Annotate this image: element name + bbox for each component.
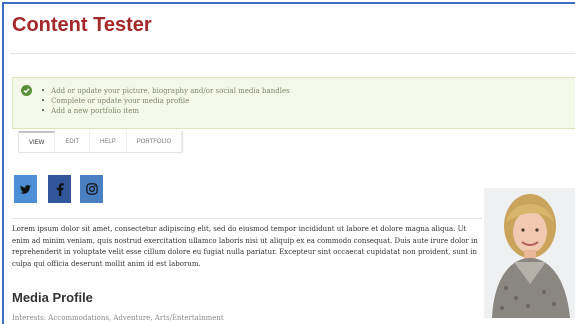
divider: [12, 218, 482, 219]
notice-item: Add or update your picture, biography an…: [41, 86, 290, 96]
bio-text: Lorem ipsum dolor sit amet, consectetur …: [12, 225, 478, 268]
instagram-icon: [85, 183, 98, 195]
tab-view[interactable]: VIEW: [19, 131, 56, 152]
tab-help[interactable]: HELP: [90, 131, 127, 152]
interests-text: Interests: Accommodations, Adventure, Ar…: [12, 314, 224, 322]
facebook-link[interactable]: [48, 175, 71, 203]
notice-item: Complete or update your media profile: [41, 96, 290, 106]
instagram-link[interactable]: [80, 175, 103, 203]
twitter-icon: [20, 184, 31, 194]
divider: [10, 53, 575, 54]
notice-item: Add a new portfolio item: [41, 106, 290, 116]
tab-portfolio[interactable]: PORTFOLIO: [127, 131, 183, 152]
tab-edit[interactable]: EDIT: [55, 131, 91, 152]
notice-list: Add or update your picture, biography an…: [41, 86, 290, 116]
page-title: Content Tester: [12, 14, 152, 36]
profile-photo: [484, 188, 575, 318]
notice-box: Add or update your picture, biography an…: [12, 77, 575, 129]
twitter-link[interactable]: [14, 175, 37, 203]
check-icon: [21, 85, 32, 96]
media-profile-heading: Media Profile: [12, 290, 93, 305]
facebook-icon: [56, 182, 64, 196]
profile-tabs: VIEW EDIT HELP PORTFOLIO: [18, 131, 184, 153]
